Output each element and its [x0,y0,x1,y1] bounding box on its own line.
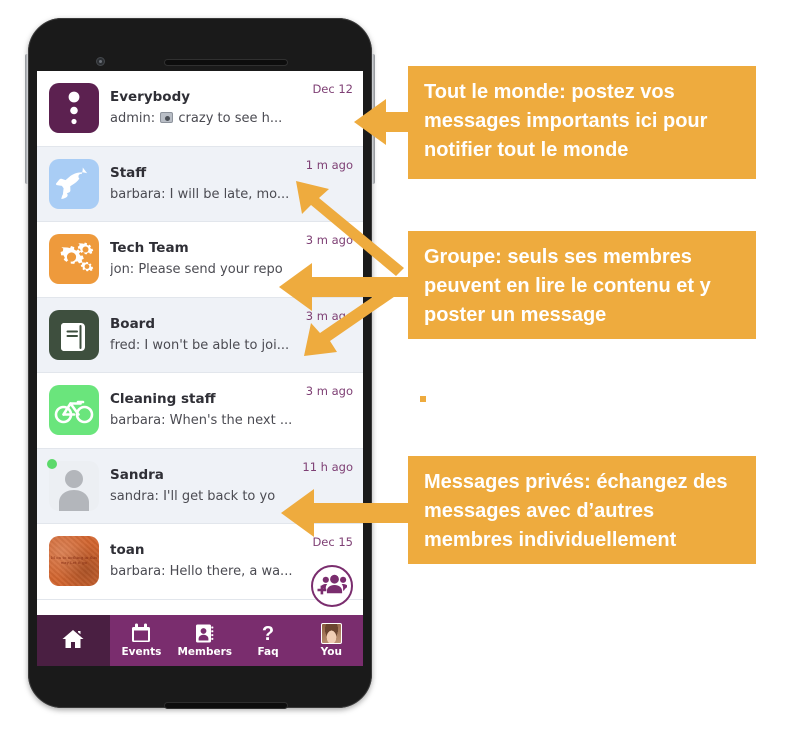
snippet-body: I won't be able to joi... [144,337,290,353]
conversation-text: Staff barbara: I will be late, mo... [99,164,300,204]
nav-item-home[interactable] [37,615,110,666]
conversation-title: Everybody [110,89,191,106]
conversation-timestamp: Dec 15 [312,535,353,549]
avatar [49,309,99,360]
conversation-row-everybody[interactable]: Everybody admin: crazy to see h... Dec 1… [37,71,363,147]
nav-item-you[interactable]: You [300,615,363,666]
photo-avatar: Id on to nothing in this way Let it go [49,536,99,587]
front-camera-icon [96,57,105,66]
nav-item-events[interactable]: Events [110,615,173,666]
snippet-body: I'll get back to yo [163,488,276,504]
nav-label-events: Events [121,646,162,658]
conversation-title: toan [110,542,145,559]
snippet-author: sandra: [110,488,159,504]
online-status-badge [47,458,57,469]
avatar [47,458,99,511]
book-icon [49,309,99,360]
snippet-body: I will be late, mo... [169,186,290,202]
svg-text:?: ? [262,623,274,644]
stray-orange-marker [420,396,426,402]
conversation-snippet: barbara: I will be late, mo... [110,185,300,204]
earpiece-speaker [164,59,288,66]
person-placeholder-icon [49,460,99,511]
conversation-text: Tech Team jon: Please send your repo [99,239,300,279]
snippet-body: When's the next ... [169,413,293,429]
snippet-author: barbara: [110,413,166,429]
camera-lens [99,60,102,63]
nav-label-members: Members [177,646,233,658]
conversation-title: Staff [110,164,147,181]
snippet-body: crazy to see h... [178,111,283,127]
conversation-snippet: barbara: Hello there, a wa... [110,562,306,581]
add-group-icon [317,574,347,595]
conversation-text: toan barbara: Hello there, a wa... [99,541,306,581]
callout-everybody: Tout le monde: postez vos messages impor… [408,66,756,179]
conversation-list[interactable]: Everybody admin: crazy to see h... Dec 1… [37,71,363,615]
phone-bottom-grille [164,702,288,709]
add-group-button[interactable] [311,565,353,607]
conversation-snippet: admin: crazy to see h... [110,109,306,128]
conversation-timestamp: 11 h ago [302,459,353,474]
conversation-title: Tech Team [110,240,189,257]
conversation-text: Sandra sandra: I'll get back to yo [99,466,296,506]
conversation-row-sandra[interactable]: Sandra sandra: I'll get back to yo 11 h … [37,448,363,524]
conversation-title: Board [110,315,155,332]
conversation-text: Everybody admin: crazy to see h... [99,88,306,128]
snippet-author: fred: [110,337,141,353]
avatar [49,234,99,285]
snippet-author: jon: [110,262,135,278]
question-mark-icon: ? [262,623,274,644]
bottom-navigation-bar[interactable]: Events Members ? Faq You [37,615,363,666]
nav-label-you: You [320,646,342,658]
conversation-text: Board fred: I won't be able to joi... [99,315,300,355]
bicycle-icon [49,385,99,436]
calendar-icon [132,623,151,642]
photo-avatar-caption: Id on to nothing in this way Let it go [50,555,98,566]
conversation-snippet: barbara: When's the next ... [110,411,300,430]
camera-emoji-icon [160,112,174,124]
avatar: Id on to nothing in this way Let it go [49,536,99,587]
callout-group: Groupe: seuls ses membres peuvent en lir… [408,231,756,339]
callout-private: Messages privés: échangez des messages a… [408,456,756,564]
snippet-body: Hello there, a wa... [169,564,293,580]
conversation-row-staff[interactable]: Staff barbara: I will be late, mo... 1 m… [37,146,363,222]
conversation-timestamp: 3 m ago [305,384,353,398]
avatar [49,83,99,134]
conversation-title: Cleaning staff [110,391,216,408]
snippet-author: admin: [110,111,156,127]
phone-screen: Everybody admin: crazy to see h... Dec 1… [37,71,363,666]
conversation-title: Sandra [110,466,164,483]
conversation-snippet: fred: I won't be able to joi... [110,336,300,355]
conversation-snippet: sandra: I'll get back to yo [110,487,296,506]
conversation-snippet: jon: Please send your repo [110,260,300,279]
snippet-body: Please send your repo [138,262,283,278]
snippet-author: barbara: [110,186,166,202]
avatar [49,385,99,436]
snippet-author: barbara: [110,564,166,580]
nav-label-faq: Faq [257,646,279,658]
conversation-timestamp: 3 m ago [305,308,353,323]
conversation-timestamp: Dec 12 [312,82,353,96]
phone-frame: Everybody admin: crazy to see h... Dec 1… [25,18,375,709]
conversation-row-tech-team[interactable]: Tech Team jon: Please send your repo 3 m… [37,222,363,298]
profile-photo-icon [320,623,342,644]
nav-item-members[interactable]: Members [173,615,236,666]
nav-item-faq[interactable]: ? Faq [236,615,299,666]
conversation-timestamp: 1 m ago [305,157,353,172]
broadcast-dots-icon [49,83,99,134]
rocket-icon [49,158,99,209]
home-icon [62,630,84,648]
conversation-row-cleaning-staff[interactable]: Cleaning staff barbara: When's the next … [37,373,363,449]
avatar [49,158,99,209]
conversation-row-board[interactable]: Board fred: I won't be able to joi... 3 … [37,297,363,373]
conversation-text: Cleaning staff barbara: When's the next … [99,390,300,430]
conversation-timestamp: 3 m ago [305,233,353,247]
contact-card-icon [196,624,214,643]
gears-icon [49,234,99,285]
